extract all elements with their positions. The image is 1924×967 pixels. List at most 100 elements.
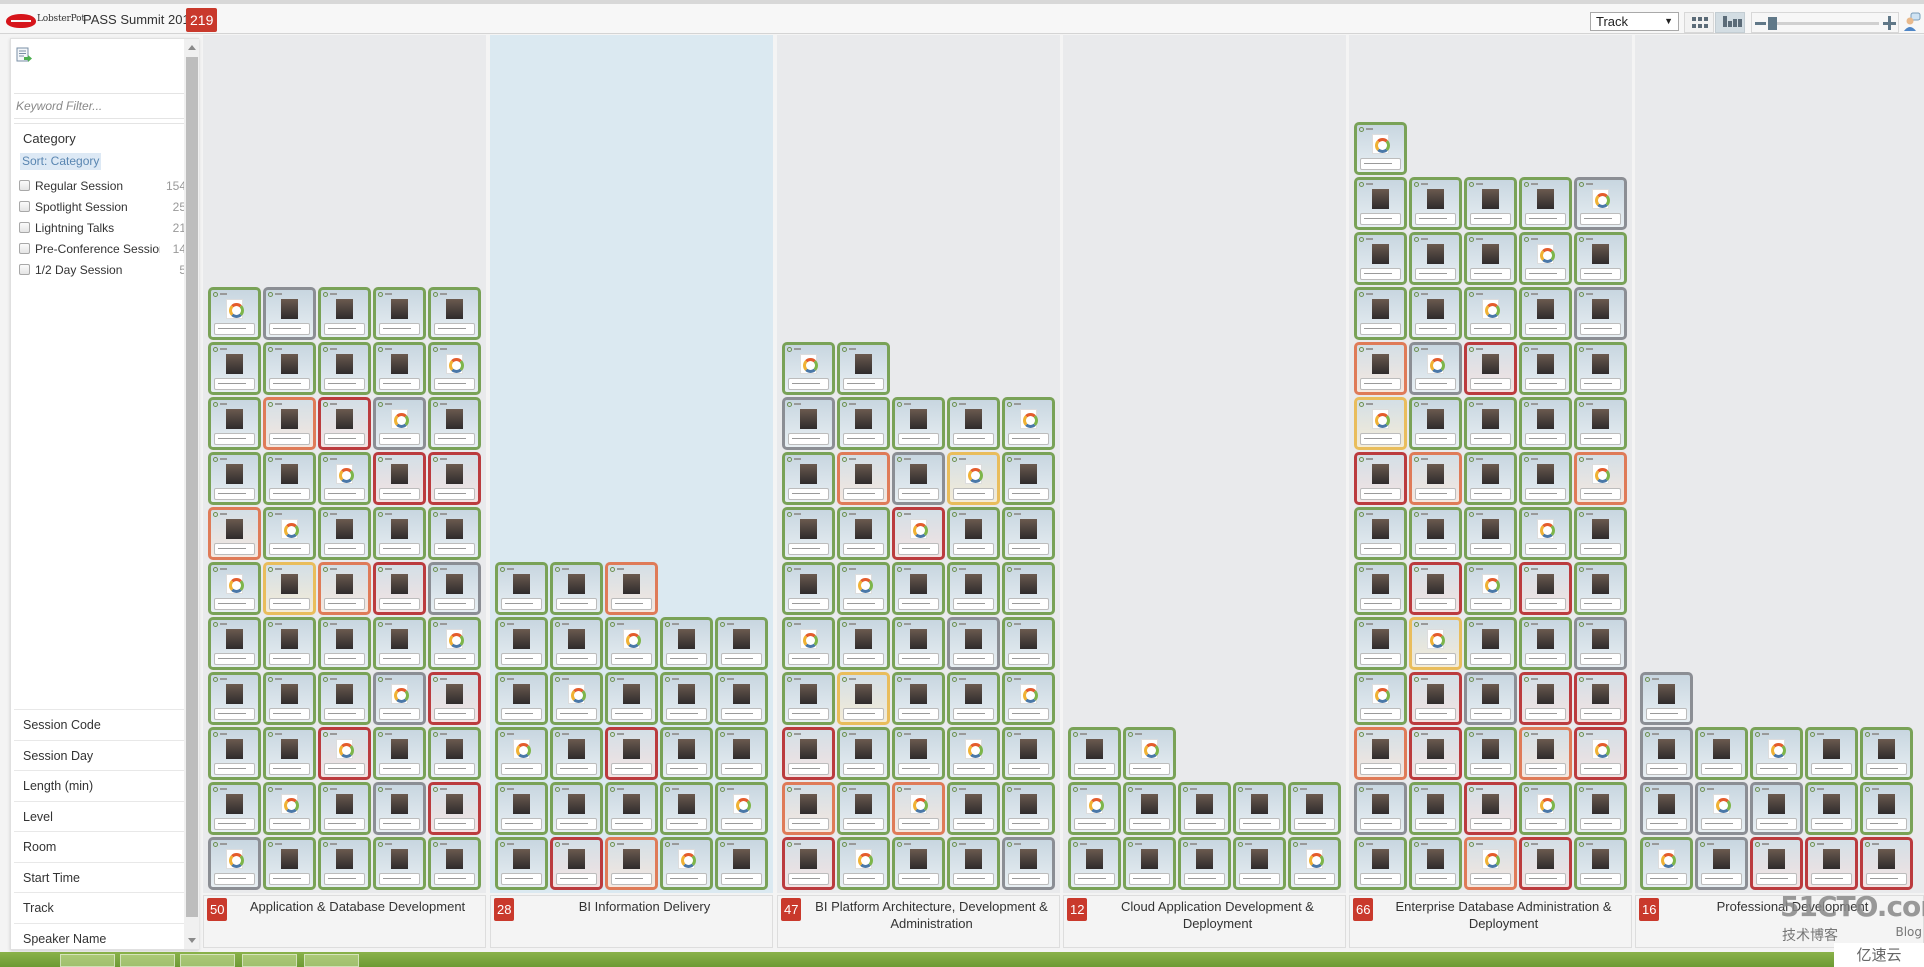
session-tile[interactable] xyxy=(208,287,261,340)
session-tile[interactable] xyxy=(1464,782,1517,835)
session-tile[interactable] xyxy=(1750,727,1803,780)
session-tile[interactable] xyxy=(208,507,261,560)
session-tile[interactable] xyxy=(263,452,316,505)
session-tile[interactable] xyxy=(263,782,316,835)
session-tile[interactable] xyxy=(837,727,890,780)
session-tile[interactable] xyxy=(892,672,945,725)
session-tile[interactable] xyxy=(947,782,1000,835)
session-tile[interactable] xyxy=(1409,727,1462,780)
facet-speaker-name[interactable]: Speaker Name xyxy=(14,922,184,954)
session-tile[interactable] xyxy=(892,617,945,670)
column-footer[interactable]: 66 Enterprise Database Administration & D… xyxy=(1349,895,1632,948)
session-tile[interactable] xyxy=(1409,837,1462,890)
session-tile[interactable] xyxy=(715,782,768,835)
facet-level[interactable]: Level xyxy=(14,800,184,832)
session-tile[interactable] xyxy=(1464,727,1517,780)
session-tile[interactable] xyxy=(428,562,481,615)
session-tile[interactable] xyxy=(263,837,316,890)
session-tile[interactable] xyxy=(1354,342,1407,395)
scroll-down-arrow-icon[interactable] xyxy=(188,938,196,943)
session-tile[interactable] xyxy=(1519,617,1572,670)
session-tile[interactable] xyxy=(1354,837,1407,890)
session-tile[interactable] xyxy=(550,782,603,835)
facet-session-code[interactable]: Session Code xyxy=(14,709,184,740)
session-tile[interactable] xyxy=(1068,727,1121,780)
session-tile[interactable] xyxy=(495,727,548,780)
zoom-thumb[interactable] xyxy=(1768,17,1777,30)
session-tile[interactable] xyxy=(660,782,713,835)
session-tile[interactable] xyxy=(947,672,1000,725)
session-tile[interactable] xyxy=(373,562,426,615)
session-tile[interactable] xyxy=(837,452,890,505)
session-tile[interactable] xyxy=(1354,562,1407,615)
session-tile[interactable] xyxy=(1464,507,1517,560)
zoom-slider[interactable] xyxy=(1751,12,1899,33)
session-tile[interactable] xyxy=(428,727,481,780)
session-tile[interactable] xyxy=(1002,452,1055,505)
facet-session-day[interactable]: Session Day xyxy=(14,739,184,771)
session-tile[interactable] xyxy=(1002,727,1055,780)
session-tile[interactable] xyxy=(1123,782,1176,835)
session-tile[interactable] xyxy=(837,507,890,560)
session-tile[interactable] xyxy=(263,507,316,560)
session-tile[interactable] xyxy=(1519,672,1572,725)
session-tile[interactable] xyxy=(947,837,1000,890)
session-tile[interactable] xyxy=(1574,177,1627,230)
taskbar-button[interactable] xyxy=(304,954,359,967)
session-tile[interactable] xyxy=(782,727,835,780)
session-tile[interactable] xyxy=(1519,782,1572,835)
session-tile[interactable] xyxy=(495,562,548,615)
checkbox[interactable] xyxy=(19,243,30,254)
session-tile[interactable] xyxy=(263,617,316,670)
session-tile[interactable] xyxy=(428,672,481,725)
session-tile[interactable] xyxy=(892,452,945,505)
session-tile[interactable] xyxy=(1002,672,1055,725)
session-tile[interactable] xyxy=(1068,837,1121,890)
session-tile[interactable] xyxy=(1002,617,1055,670)
session-tile[interactable] xyxy=(495,672,548,725)
session-tile[interactable] xyxy=(1695,837,1748,890)
session-tile[interactable] xyxy=(1464,287,1517,340)
export-icon[interactable] xyxy=(16,47,32,63)
session-tile[interactable] xyxy=(892,727,945,780)
checkbox[interactable] xyxy=(19,180,30,191)
session-tile[interactable] xyxy=(605,562,658,615)
session-tile[interactable] xyxy=(1409,342,1462,395)
session-tile[interactable] xyxy=(1574,672,1627,725)
session-tile[interactable] xyxy=(495,617,548,670)
session-tile[interactable] xyxy=(605,672,658,725)
session-tile[interactable] xyxy=(1464,617,1517,670)
session-tile[interactable] xyxy=(318,507,371,560)
session-tile[interactable] xyxy=(318,342,371,395)
scrollbar-thumb[interactable] xyxy=(186,57,198,917)
session-tile[interactable] xyxy=(1288,837,1341,890)
session-tile[interactable] xyxy=(1409,507,1462,560)
session-tile[interactable] xyxy=(1695,727,1748,780)
session-tile[interactable] xyxy=(1002,562,1055,615)
session-tile[interactable] xyxy=(837,782,890,835)
session-tile[interactable] xyxy=(208,342,261,395)
session-tile[interactable] xyxy=(318,782,371,835)
checkbox[interactable] xyxy=(19,222,30,233)
help-person-icon[interactable] xyxy=(1903,12,1921,32)
session-tile[interactable] xyxy=(1640,672,1693,725)
checkbox[interactable] xyxy=(19,201,30,212)
session-tile[interactable] xyxy=(1574,507,1627,560)
session-tile[interactable] xyxy=(550,672,603,725)
session-tile[interactable] xyxy=(1464,342,1517,395)
session-tile[interactable] xyxy=(1354,232,1407,285)
session-tile[interactable] xyxy=(660,727,713,780)
grid-view-button[interactable] xyxy=(1684,12,1714,33)
session-tile[interactable] xyxy=(660,837,713,890)
session-tile[interactable] xyxy=(318,727,371,780)
track-column[interactable]: 16 Professional Development xyxy=(1635,35,1924,950)
session-tile[interactable] xyxy=(782,342,835,395)
session-tile[interactable] xyxy=(1519,507,1572,560)
session-tile[interactable] xyxy=(1860,782,1913,835)
session-tile[interactable] xyxy=(1519,287,1572,340)
session-tile[interactable] xyxy=(605,837,658,890)
session-tile[interactable] xyxy=(1464,177,1517,230)
session-tile[interactable] xyxy=(1519,342,1572,395)
session-tile[interactable] xyxy=(1409,782,1462,835)
session-tile[interactable] xyxy=(1695,782,1748,835)
